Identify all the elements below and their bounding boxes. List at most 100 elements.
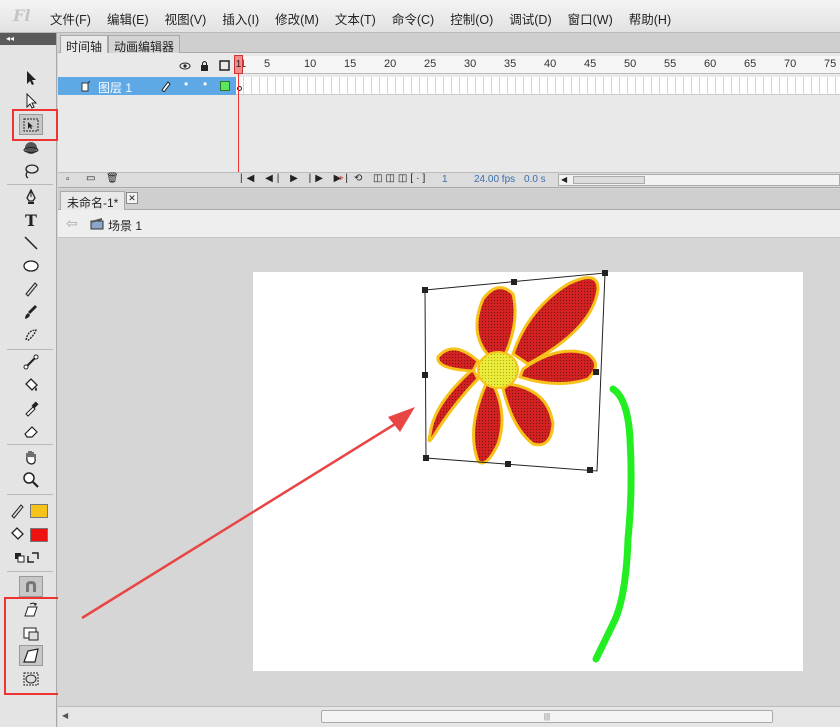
elapsed-time-field: 0.0 s bbox=[524, 174, 546, 185]
workspace bbox=[58, 239, 840, 709]
color-swap-controls[interactable] bbox=[12, 547, 44, 568]
new-layer-icon[interactable]: ▫ bbox=[66, 174, 70, 185]
menu-debug[interactable]: 调试(D) bbox=[501, 9, 559, 28]
fill-color-swatch[interactable] bbox=[30, 528, 48, 542]
playhead[interactable]: 1 bbox=[234, 55, 243, 74]
deco-tool[interactable] bbox=[19, 324, 43, 345]
collapse-icon[interactable]: ◂◂ bbox=[6, 33, 14, 45]
line-tool[interactable] bbox=[19, 232, 43, 253]
timeline-scrollbar[interactable]: ◀ bbox=[558, 174, 840, 186]
frames-area[interactable] bbox=[236, 77, 840, 95]
petal bbox=[427, 366, 480, 443]
zoom-tool[interactable] bbox=[19, 469, 43, 490]
snap-to-objects-icon bbox=[26, 580, 36, 592]
timeline-scroll-thumb[interactable] bbox=[573, 176, 645, 184]
menu-commands[interactable]: 命令(C) bbox=[384, 9, 442, 28]
layer-outline-color[interactable] bbox=[220, 81, 230, 91]
horizontal-scrollbar[interactable]: ◀ ||| bbox=[58, 706, 840, 727]
tools-divider bbox=[7, 349, 53, 350]
document-tab[interactable]: 未命名-1* bbox=[60, 191, 126, 210]
oval-icon bbox=[23, 259, 39, 272]
lasso-icon bbox=[25, 163, 39, 179]
zoom-icon bbox=[23, 471, 39, 488]
bone-tool[interactable] bbox=[19, 351, 43, 372]
scroll-left-icon[interactable]: ◀ bbox=[561, 175, 567, 184]
layer-lock-dot[interactable]: • bbox=[203, 77, 207, 91]
tools-divider bbox=[7, 494, 53, 495]
oval-tool[interactable] bbox=[19, 255, 43, 276]
ruler-mark: 50 bbox=[624, 58, 637, 70]
selection-icon bbox=[27, 70, 36, 85]
hand-tool[interactable] bbox=[19, 446, 43, 467]
scroll-thumb[interactable]: ||| bbox=[321, 710, 773, 723]
scene-label[interactable]: 场景 1 bbox=[108, 217, 142, 234]
pencil-tool[interactable] bbox=[19, 278, 43, 299]
frame-ruler[interactable]: 1 5 10 15 20 25 30 35 40 45 50 55 60 65 … bbox=[236, 56, 840, 74]
transform-handle bbox=[422, 287, 428, 293]
timeline-statusbar: ▫ ▭ 🗑 |◀ ◀| ▶ |▶ ▶| ⌖ ⟲ ◫◫◫[·] 1 24.00 f… bbox=[58, 172, 840, 187]
menu-window[interactable]: 窗口(W) bbox=[560, 9, 621, 28]
new-folder-icon[interactable]: ▭ bbox=[86, 173, 95, 184]
menu-file[interactable]: 文件(F) bbox=[42, 9, 99, 28]
fps-field[interactable]: 24.00 fps bbox=[474, 174, 515, 185]
playback-controls[interactable]: |◀ ◀| ▶ |▶ ▶| bbox=[240, 173, 352, 184]
menu-help[interactable]: 帮助(H) bbox=[621, 9, 679, 28]
tools-panel: ◂◂ T bbox=[0, 33, 74, 727]
scroll-left-icon[interactable]: ◀ bbox=[62, 711, 68, 720]
menu-edit[interactable]: 编辑(E) bbox=[99, 9, 157, 28]
brush-tool[interactable] bbox=[19, 301, 43, 322]
current-frame-field[interactable]: 1 bbox=[442, 174, 448, 185]
selection-tool[interactable] bbox=[19, 67, 43, 88]
layer-icon bbox=[81, 80, 91, 92]
flower-center bbox=[477, 351, 519, 389]
ruler-mark: 35 bbox=[504, 58, 517, 70]
onion-skin-icons[interactable]: ◫◫◫[·] bbox=[373, 173, 428, 184]
text-tool[interactable]: T bbox=[19, 209, 43, 230]
tab-timeline[interactable]: 时间轴 bbox=[60, 35, 109, 54]
ruler-mark: 25 bbox=[424, 58, 437, 70]
timeline-panel: 时间轴 动画编辑器 1 5 10 15 20 25 30 35 40 45 50… bbox=[58, 33, 840, 188]
layer-visible-dot[interactable]: • bbox=[184, 77, 188, 91]
eyedropper-tool[interactable] bbox=[19, 397, 43, 418]
center-frame-icon[interactable]: ⌖ bbox=[338, 173, 344, 184]
black-white-icon bbox=[15, 551, 39, 563]
menu-insert[interactable]: 插入(I) bbox=[214, 9, 267, 28]
tools-divider bbox=[7, 571, 53, 572]
close-icon[interactable]: ✕ bbox=[126, 192, 138, 204]
tools-divider bbox=[7, 184, 53, 185]
stroke-color-swatch[interactable] bbox=[30, 504, 48, 518]
scene-bar: ⇦ 场景 1 bbox=[58, 210, 840, 238]
eraser-tool[interactable] bbox=[19, 420, 43, 441]
tab-motion-editor[interactable]: 动画编辑器 bbox=[108, 35, 181, 54]
menu-view[interactable]: 视图(V) bbox=[157, 9, 215, 28]
ruler-mark: 10 bbox=[304, 58, 317, 70]
ruler-mark: 65 bbox=[744, 58, 757, 70]
tools-divider bbox=[7, 444, 53, 445]
deco-icon bbox=[25, 328, 37, 342]
menu-modify[interactable]: 修改(M) bbox=[267, 9, 327, 28]
lasso-tool[interactable] bbox=[19, 160, 43, 181]
ruler-mark: 20 bbox=[384, 58, 397, 70]
layer-name[interactable]: 图层 1 bbox=[98, 79, 132, 96]
eyedropper-icon bbox=[25, 400, 39, 417]
paint-bucket-icon bbox=[11, 526, 24, 540]
stroke-color-label bbox=[8, 500, 26, 521]
menubar: Fl 文件(F) 编辑(E) 视图(V) 插入(I) 修改(M) 文本(T) 命… bbox=[0, 0, 840, 33]
back-arrow-icon[interactable]: ⇦ bbox=[66, 215, 78, 232]
menu-items: 文件(F) 编辑(E) 视图(V) 插入(I) 修改(M) 文本(T) 命令(C… bbox=[42, 9, 679, 28]
layer-row[interactable]: 图层 1 • • bbox=[58, 77, 236, 95]
trash-icon[interactable]: 🗑 bbox=[106, 173, 119, 184]
ruler-mark: 40 bbox=[544, 58, 557, 70]
pen-tool[interactable] bbox=[19, 186, 43, 207]
menu-control[interactable]: 控制(O) bbox=[442, 9, 501, 28]
line-icon bbox=[24, 235, 38, 250]
snap-to-objects-button[interactable] bbox=[19, 576, 43, 597]
paint-bucket-tool[interactable] bbox=[19, 374, 43, 395]
subselection-tool[interactable] bbox=[19, 90, 43, 111]
outline-icon bbox=[219, 60, 230, 71]
flower-stem bbox=[592, 385, 635, 663]
ruler-mark: 45 bbox=[584, 58, 597, 70]
annotation-arrow bbox=[81, 407, 415, 620]
menu-text[interactable]: 文本(T) bbox=[327, 9, 384, 28]
loop-icon[interactable]: ⟲ bbox=[354, 173, 362, 184]
